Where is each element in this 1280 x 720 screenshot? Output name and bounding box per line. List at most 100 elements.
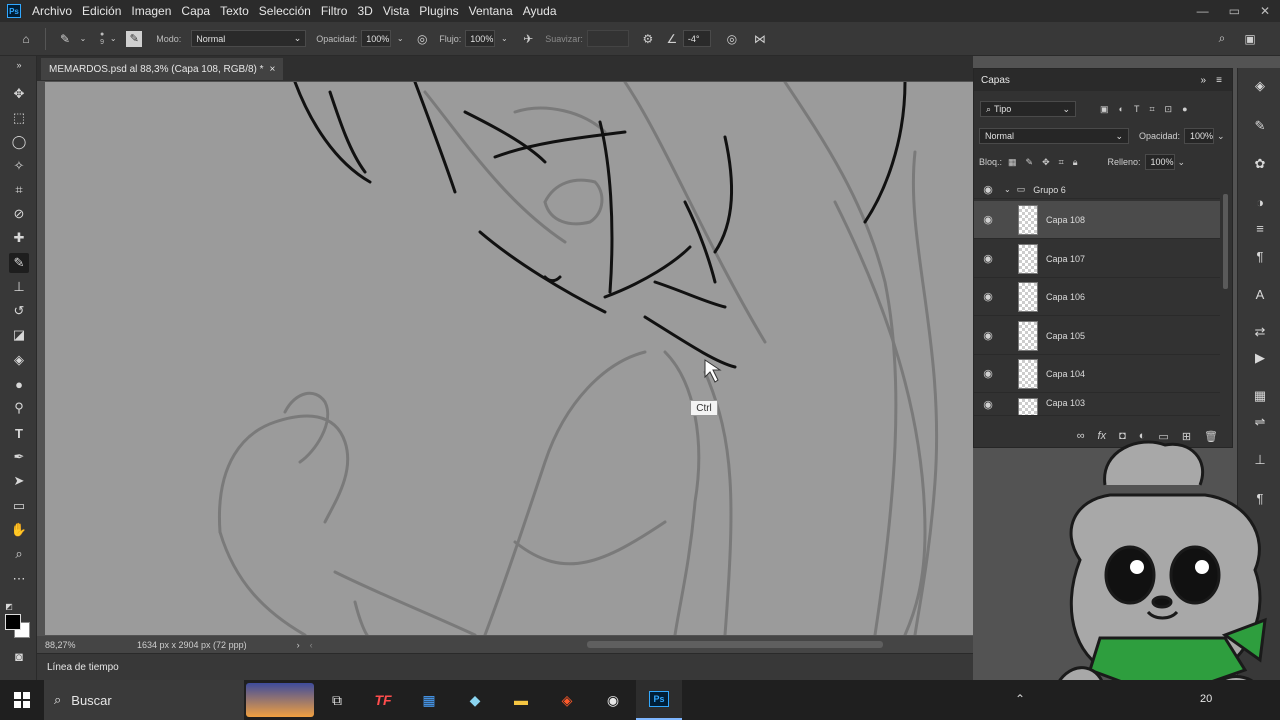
minimize-button[interactable]: — <box>1197 4 1209 18</box>
menu-3d[interactable]: 3D <box>352 0 377 22</box>
search-icon[interactable]: ⌕ <box>1213 30 1231 48</box>
fill-input[interactable]: 100% <box>1144 154 1175 170</box>
properties-icon[interactable]: ≡ <box>1250 218 1270 238</box>
calculator-icon[interactable]: ▦ <box>406 680 452 720</box>
layer-row[interactable]: ◉ Capa 104 <box>974 355 1220 393</box>
brush-tool-icon[interactable]: ✎ <box>56 30 74 48</box>
search-highlight-image[interactable] <box>246 683 314 717</box>
tray-chevron-up-icon[interactable]: ⌃ <box>1015 692 1025 706</box>
lock-image-icon[interactable]: ✎ <box>1026 157 1034 168</box>
notes-app-icon[interactable]: ◆ <box>452 680 498 720</box>
visibility-eye-icon[interactable]: ◉ <box>974 213 1002 226</box>
quick-mask-icon[interactable]: ◙ <box>9 646 29 666</box>
horizontal-scrollbar[interactable] <box>587 641 883 648</box>
layers-scrollbar[interactable] <box>1223 194 1228 289</box>
canvas[interactable]: Ctrl <box>45 82 973 635</box>
menu-imagen[interactable]: Imagen <box>126 0 176 22</box>
menu-edicion[interactable]: Edición <box>77 0 126 22</box>
pen-tool-icon[interactable]: ✒ <box>9 447 29 467</box>
lasso-tool-icon[interactable]: ◯ <box>9 132 29 152</box>
visibility-eye-icon[interactable]: ◉ <box>974 329 1002 342</box>
history-brush-tool-icon[interactable]: ↺ <box>9 301 29 321</box>
adjustments-icon[interactable]: ◑ <box>1250 192 1270 212</box>
photoshop-taskbar-icon[interactable]: Ps <box>636 680 682 720</box>
visibility-eye-icon[interactable]: ◉ <box>974 183 1002 196</box>
hand-tool-icon[interactable]: ✋ <box>9 520 29 540</box>
visibility-eye-icon[interactable]: ◉ <box>974 367 1002 380</box>
layer-row[interactable]: ◉ Capa 106 <box>974 278 1220 316</box>
visibility-eye-icon[interactable]: ◉ <box>974 290 1002 303</box>
zoom-level[interactable]: 88,27% <box>45 640 125 650</box>
task-view-icon[interactable]: ⧉ <box>314 680 360 720</box>
filter-toggle-icon[interactable]: ● <box>1182 104 1187 114</box>
layers-panel-icon[interactable]: ◈ <box>1250 76 1270 96</box>
layer-row[interactable]: ◉ Capa 103 <box>974 394 1220 416</box>
close-button[interactable]: ✕ <box>1260 4 1270 18</box>
tf-app-icon[interactable]: TF <box>360 680 406 720</box>
restore-button[interactable]: ▭ <box>1229 4 1240 18</box>
pressure-size-icon[interactable]: ◎ <box>723 30 741 48</box>
panel-menu-icon[interactable]: ≡ <box>1216 75 1222 86</box>
lock-transparency-icon[interactable]: ▦ <box>1008 157 1017 168</box>
foreground-color-swatch[interactable] <box>5 614 21 630</box>
blend-mode-select[interactable]: Normal ⌄ <box>979 128 1129 144</box>
menu-texto[interactable]: Texto <box>215 0 254 22</box>
smoothing-input[interactable] <box>586 30 629 47</box>
filter-shape-icon[interactable]: ⌗ <box>1149 104 1154 115</box>
menu-vista[interactable]: Vista <box>378 0 414 22</box>
file-explorer-icon[interactable]: ▬ <box>498 680 544 720</box>
layer-opacity-input[interactable]: 100% <box>1184 128 1215 144</box>
smoothing-settings-gear-icon[interactable]: ⚙ <box>639 30 657 48</box>
paths-icon[interactable]: ✿ <box>1250 154 1270 174</box>
angle-input[interactable]: -4° <box>682 30 711 47</box>
paint-bucket-tool-icon[interactable]: ◈ <box>9 350 29 370</box>
filter-type-icon[interactable]: T <box>1134 104 1140 114</box>
crop-tool-icon[interactable]: ⌗ <box>9 180 29 200</box>
tool-preset-chevron-icon[interactable]: ⌄ <box>74 30 92 48</box>
menu-archivo[interactable]: Archivo <box>27 0 77 22</box>
brush-settings-icon[interactable]: ✎ <box>126 30 143 47</box>
lock-position-icon[interactable]: ✥ <box>1042 157 1050 168</box>
opacity-chevron-icon[interactable]: ⌄ <box>391 30 409 48</box>
brave-browser-icon[interactable]: ◈ <box>544 680 590 720</box>
channels-icon[interactable]: ⇌ <box>1250 412 1270 432</box>
visibility-eye-icon[interactable]: ◉ <box>974 252 1002 265</box>
filter-kind-select[interactable]: ⌕ Tipo ⌄ <box>980 101 1076 117</box>
layer-row[interactable]: ◉ Capa 105 <box>974 317 1220 355</box>
collapse-tools-icon[interactable]: » <box>9 60 29 70</box>
timeline-panel-tab[interactable]: Línea de tiempo <box>37 653 973 680</box>
tray-clock[interactable]: 20 <box>1200 693 1212 705</box>
menu-seleccion[interactable]: Selección <box>254 0 316 22</box>
path-selection-tool-icon[interactable]: ➤ <box>9 471 29 491</box>
filter-adjustment-icon[interactable]: ◐ <box>1119 104 1124 114</box>
brush-tool-icon[interactable]: ✎ <box>9 253 29 273</box>
group-row[interactable]: ◉ ⌄ ▭ Grupo 6 <box>974 181 1220 199</box>
group-expand-chevron-icon[interactable]: ⌄ <box>1004 185 1011 194</box>
taskbar-search[interactable]: ⌕ Buscar <box>44 680 244 720</box>
layer-row[interactable]: ◉ Capa 108 <box>974 201 1220 239</box>
home-icon[interactable]: ⌂ <box>17 30 35 48</box>
lock-artboard-icon[interactable]: ⌗ <box>1059 157 1064 168</box>
zoom-tool-icon[interactable]: ⌕ <box>9 544 29 564</box>
scroll-left-icon[interactable]: ‹ <box>310 640 313 650</box>
close-tab-icon[interactable]: × <box>270 64 276 75</box>
collapse-panel-icon[interactable]: » <box>1200 75 1206 86</box>
marquee-tool-icon[interactable]: ⬚ <box>9 108 29 128</box>
start-button[interactable] <box>0 680 44 720</box>
type-tool-icon[interactable]: T <box>9 423 29 443</box>
status-expand-icon[interactable]: › <box>297 640 300 650</box>
pressure-opacity-icon[interactable]: ◎ <box>413 30 431 48</box>
brush-settings-icon[interactable]: ✎ <box>1250 116 1270 136</box>
document-tab[interactable]: MEMARDOS.psd al 88,3% (Capa 108, RGB/8) … <box>41 58 284 80</box>
filter-smart-object-icon[interactable]: ⊡ <box>1165 104 1173 115</box>
dodge-tool-icon[interactable]: ⚲ <box>9 398 29 418</box>
obs-icon[interactable]: ◉ <box>590 680 636 720</box>
menu-capa[interactable]: Capa <box>176 0 215 22</box>
flow-input[interactable]: 100% <box>465 30 496 47</box>
eyedropper-tool-icon[interactable]: ⊘ <box>9 204 29 224</box>
eraser-tool-icon[interactable]: ◪ <box>9 325 29 345</box>
fill-chevron-icon[interactable]: ⌄ <box>1178 157 1186 168</box>
actions-play-icon[interactable]: ▶ <box>1250 348 1270 368</box>
workspace-icon[interactable]: ▣ <box>1241 30 1259 48</box>
mode-select[interactable]: Normal ⌄ <box>191 30 307 47</box>
